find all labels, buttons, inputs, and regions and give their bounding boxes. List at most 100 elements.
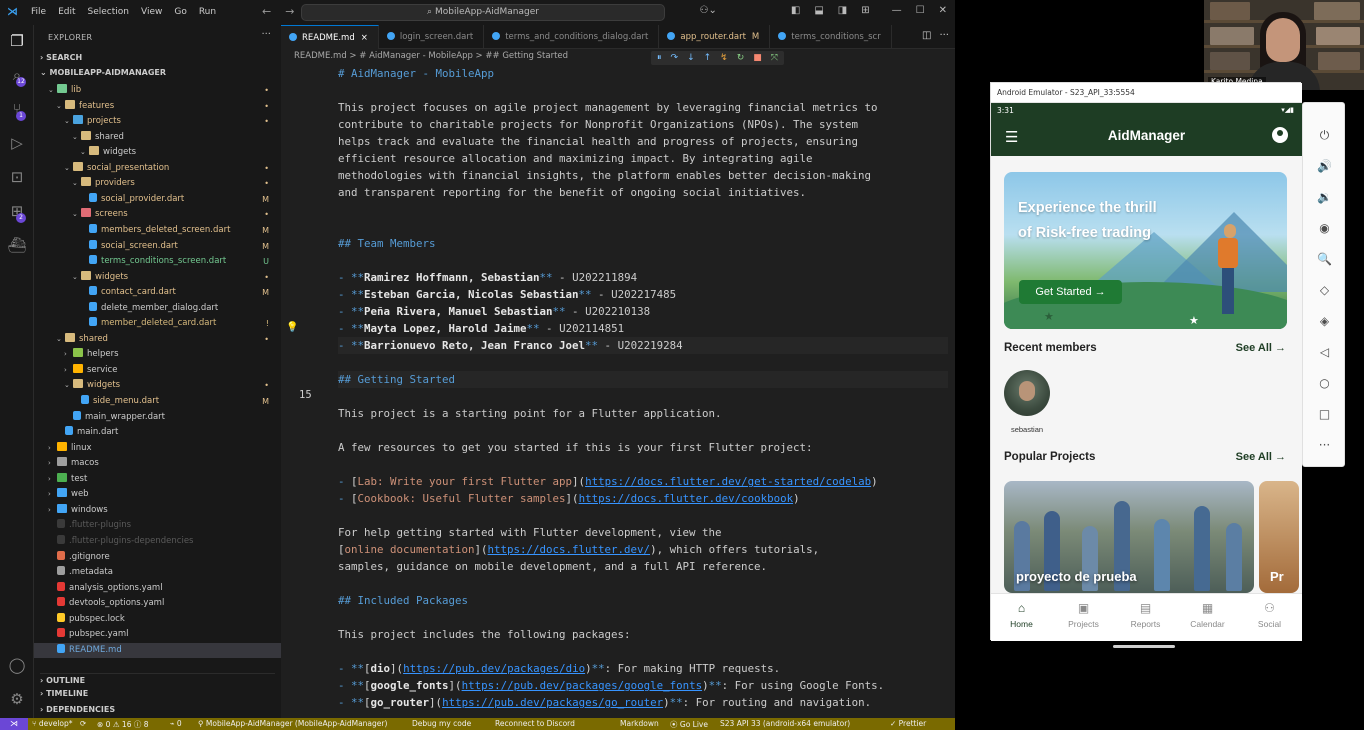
nav-item-home[interactable]: ⌂ Home	[994, 600, 1049, 629]
dependencies-section[interactable]: › DEPENDENCIES	[40, 705, 115, 714]
overview-icon[interactable]: □	[1303, 407, 1346, 421]
file-item[interactable]: contact_card.dart M	[34, 285, 281, 300]
see-all-projects-link[interactable]: See All →	[1236, 451, 1286, 463]
volume-up-icon[interactable]: 🔊	[1303, 159, 1346, 173]
pause-icon[interactable]: ⏸	[657, 51, 662, 65]
tab-readme-md[interactable]: README.md ×	[281, 25, 379, 49]
outline-section[interactable]: › OUTLINE	[40, 673, 275, 685]
debug-indicator[interactable]: Debug my code	[412, 719, 471, 728]
menu-item-go[interactable]: Go	[174, 7, 186, 17]
tab-login-screen-dart[interactable]: login_screen.dart	[379, 25, 485, 49]
minimize-icon[interactable]: —	[892, 5, 902, 16]
folder-item[interactable]: › windows	[34, 503, 281, 518]
file-item[interactable]: social_screen.dart M	[34, 239, 281, 254]
copilot-icon[interactable]: ⚇⌄	[700, 5, 717, 16]
tab-terms-conditions-scr[interactable]: terms_conditions_scr	[770, 25, 892, 49]
folder-item[interactable]: ⌄ shared •	[34, 332, 281, 347]
problems-indicator[interactable]: ⊗ 0 ⚠ 16 ⓘ 8	[97, 719, 149, 730]
file-item[interactable]: .flutter-plugins-dependencies	[34, 534, 281, 549]
step-out-icon[interactable]: ↑	[704, 51, 712, 65]
back-arrow-icon[interactable]: ←	[262, 5, 271, 18]
folder-item[interactable]: ⌄ widgets •	[34, 378, 281, 393]
tab-app-router-dart[interactable]: app_router.dart M	[659, 25, 771, 49]
folder-item[interactable]: › linux	[34, 441, 281, 456]
restart-icon[interactable]: ↻	[737, 51, 745, 65]
see-all-members-link[interactable]: See All →	[1236, 342, 1286, 354]
close-icon[interactable]: ✕	[939, 5, 947, 16]
remote-explorer-icon[interactable]: ⊡	[7, 167, 27, 187]
go-live-button[interactable]: ⦿ Go Live	[670, 719, 708, 730]
split-editor-icon[interactable]: ◫	[922, 30, 931, 41]
hot-reload-icon[interactable]: ↯	[720, 51, 728, 65]
nav-item-reports[interactable]: ▤ Reports	[1118, 600, 1173, 629]
workspace-root[interactable]: ⌄ MOBILEAPP-AIDMANAGER	[40, 68, 166, 77]
folder-item[interactable]: ⌄ features •	[34, 99, 281, 114]
folder-item[interactable]: › web	[34, 487, 281, 502]
folder-item[interactable]: ⌄ lib •	[34, 83, 281, 98]
folder-item[interactable]: ⌄ widgets •	[34, 270, 281, 285]
file-item[interactable]: side_menu.dart M	[34, 394, 281, 409]
forward-arrow-icon[interactable]: →	[285, 5, 294, 18]
account-icon[interactable]: ◯	[7, 655, 27, 675]
breadcrumb[interactable]: README.md > # AidManager - MobileApp > #…	[294, 51, 568, 61]
layout-icon[interactable]: ⊞	[861, 5, 869, 16]
command-center-search[interactable]: ⌕ MobileApp-AidManager	[301, 4, 665, 21]
language-indicator[interactable]: Markdown	[620, 719, 659, 728]
menu-item-file[interactable]: File	[31, 7, 46, 17]
account-circle-icon[interactable]	[1272, 127, 1288, 143]
file-item[interactable]: main.dart	[34, 425, 281, 440]
file-item[interactable]: terms_conditions_screen.dart U	[34, 254, 281, 269]
tab-terms-and-conditions-dialog-dart[interactable]: terms_and_conditions_dialog.dart	[484, 25, 660, 49]
power-icon[interactable]: ⏻	[1303, 128, 1346, 143]
menu-item-selection[interactable]: Selection	[88, 7, 129, 17]
project-card[interactable]: proyecto de prueba	[1004, 481, 1254, 593]
settings-gear-icon[interactable]: ⚙	[7, 689, 27, 709]
zoom-icon[interactable]: 🔍	[1303, 252, 1346, 266]
file-item[interactable]: pubspec.yaml	[34, 627, 281, 642]
close-tab-icon[interactable]: ×	[361, 33, 368, 43]
menu-item-view[interactable]: View	[141, 7, 162, 17]
explorer-icon[interactable]: ❐	[7, 31, 27, 51]
markdown-content[interactable]: # AidManager - MobileApp This project fo…	[338, 65, 948, 711]
home-icon[interactable]: ○	[1303, 376, 1346, 390]
file-item[interactable]: devtools_options.yaml	[34, 596, 281, 611]
file-item[interactable]: .metadata	[34, 565, 281, 580]
prettier-indicator[interactable]: ✓ Prettier	[890, 719, 926, 728]
member-avatar-item[interactable]: sebastian	[1004, 370, 1050, 434]
folder-item[interactable]: ⌄ screens •	[34, 207, 281, 222]
rotate-right-icon[interactable]: ◈	[1303, 314, 1346, 328]
volume-down-icon[interactable]: 🔉	[1303, 190, 1346, 204]
remote-indicator-icon[interactable]: ⋊	[0, 718, 28, 730]
file-item[interactable]: .gitignore	[34, 550, 281, 565]
get-started-button[interactable]: Get Started →	[1019, 280, 1122, 304]
file-item[interactable]: social_provider.dart M	[34, 192, 281, 207]
more-actions-icon[interactable]: ···	[261, 29, 271, 40]
folder-item[interactable]: › macos	[34, 456, 281, 471]
toggle-panel-icon[interactable]: ⬓	[814, 5, 823, 16]
file-item[interactable]: delete_member_dialog.dart	[34, 301, 281, 316]
run-debug-icon[interactable]: ▷	[7, 133, 27, 153]
file-item[interactable]: pubspec.lock	[34, 612, 281, 627]
devtools-icon[interactable]: ⤧	[771, 51, 778, 65]
folder-item[interactable]: › service	[34, 363, 281, 378]
search-section[interactable]: › SEARCH	[40, 53, 82, 62]
lightbulb-icon[interactable]: 💡	[286, 322, 298, 333]
toggle-secondary-sidebar-icon[interactable]: ◨	[838, 5, 847, 16]
camera-icon[interactable]: ◉	[1303, 221, 1346, 235]
file-item[interactable]: README.md	[34, 642, 281, 658]
project-card[interactable]: Pr	[1259, 481, 1299, 593]
editor-more-icon[interactable]: ···	[939, 30, 949, 41]
more-icon[interactable]: ···	[1303, 438, 1346, 452]
back-icon[interactable]: ◁	[1303, 345, 1346, 359]
step-into-icon[interactable]: ↓	[687, 51, 695, 65]
nav-item-calendar[interactable]: ▦ Calendar	[1180, 600, 1235, 629]
nav-item-projects[interactable]: ▣ Projects	[1056, 600, 1111, 629]
step-over-icon[interactable]: ↷	[671, 51, 679, 65]
project-indicator[interactable]: ⚲ MobileApp-AidManager (MobileApp-AidMan…	[198, 719, 387, 728]
docker-icon[interactable]: ⛴	[7, 235, 27, 255]
folder-item[interactable]: › test	[34, 472, 281, 487]
folder-item[interactable]: ⌄ widgets	[34, 145, 281, 160]
folder-item[interactable]: › helpers	[34, 347, 281, 362]
folder-item[interactable]: ⌄ social_presentation •	[34, 161, 281, 176]
nav-item-social[interactable]: ⚇ Social	[1242, 600, 1297, 629]
